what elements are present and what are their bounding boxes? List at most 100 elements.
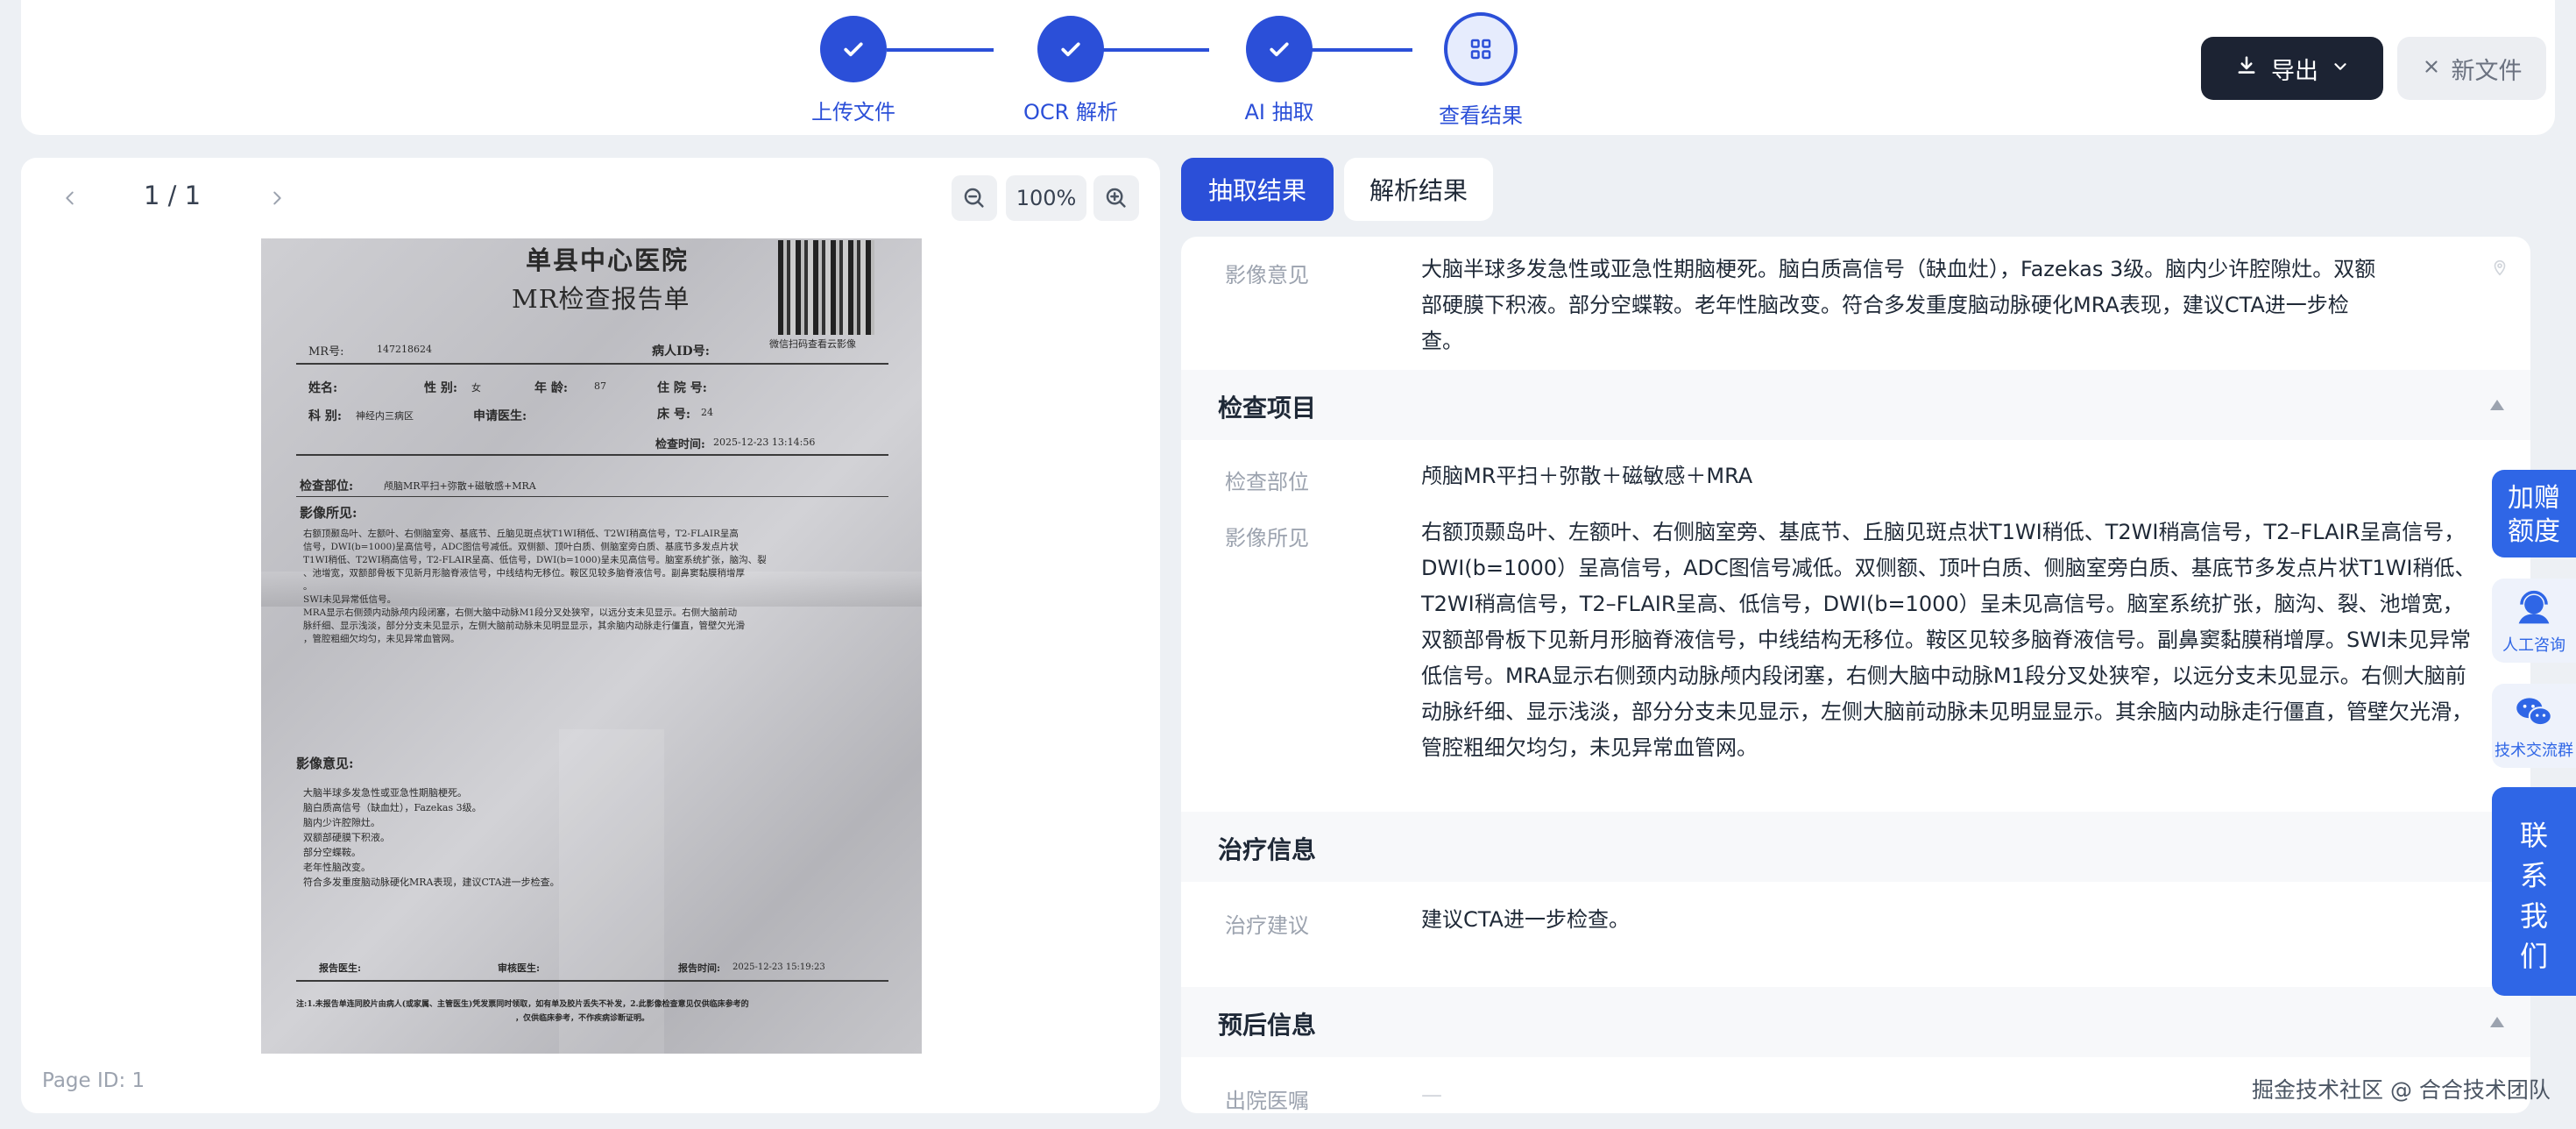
doc-findings-line: 。 bbox=[303, 581, 313, 592]
doc-opinion-line: 双额部硬膜下积液。 bbox=[303, 832, 390, 843]
doc-hospital: 单县中心医院 bbox=[526, 245, 690, 275]
doc-section-label: 影像意见: bbox=[296, 756, 354, 771]
viewer-toolbar: 1 / 1 100% bbox=[21, 158, 1160, 238]
zoom-out-icon bbox=[964, 188, 984, 208]
bonus-credit-button[interactable]: 加赠额度 bbox=[2492, 470, 2576, 557]
headset-icon bbox=[2518, 590, 2550, 624]
export-button[interactable]: 导出 bbox=[2201, 37, 2383, 100]
doc-field-value: 神经内三病区 bbox=[356, 410, 414, 422]
doc-field-label: 检查部位: bbox=[300, 479, 354, 493]
field-value: — bbox=[1421, 1083, 1442, 1107]
doc-field-label: 住 院 号: bbox=[657, 381, 707, 395]
step-label: 查看结果 bbox=[1439, 103, 1523, 128]
field-value: 大脑半球多发急性或亚急性期脑梗死。脑白质高信号（缺血灶），Fazekas 3级。… bbox=[1421, 257, 2376, 353]
section-header-prognosis[interactable]: 预后信息 bbox=[1181, 987, 2530, 1057]
new-file-label: 新文件 bbox=[2451, 57, 2523, 85]
field-row: 检查部位 颅脑MR平扫＋弥散＋磁敏感＋MRA bbox=[1181, 461, 2530, 505]
doc-opinion-line: 大脑半球多发急性或亚急性期脑梗死。 bbox=[303, 787, 467, 799]
section-title: 检查项目 bbox=[1218, 394, 1317, 422]
doc-footnote: 注:1.未报告单连同胶片由病人(或家属、主管医生)凭发票同时领取，如有单及胶片丢… bbox=[296, 1000, 749, 1009]
field-value: 颅脑MR平扫＋弥散＋磁敏感＋MRA bbox=[1421, 464, 1753, 488]
doc-footnote: ，仅供临床参考，不作疾病诊断证明。 bbox=[515, 1014, 650, 1023]
section-header-treatment[interactable]: 治疗信息 bbox=[1181, 812, 2530, 882]
zoom-level: 100% bbox=[1006, 175, 1086, 221]
step-ocr[interactable]: OCR 解析 bbox=[983, 16, 1158, 125]
collapse-arrow-icon bbox=[2490, 1017, 2504, 1027]
doc-field-value: 2025-12-23 13:14:56 bbox=[713, 437, 816, 448]
document-viewer: 1 / 1 100% 微信扫码查看云影像 单县中心医院 MR检查报告单 MR号:… bbox=[21, 158, 1160, 1113]
step-label: AI 抽取 bbox=[1244, 100, 1314, 124]
field-label: 影像所见 bbox=[1225, 526, 1309, 550]
prev-page-button[interactable] bbox=[54, 182, 86, 214]
doc-findings-text: 右额顶颞岛叶、左额叶、右侧脑室旁、基底节、丘脑见斑点状T1WI稍低、T2WI稍高… bbox=[303, 528, 881, 646]
location-pin-icon[interactable] bbox=[2490, 258, 2509, 280]
doc-opinion-text: 大脑半球多发急性或亚急性期脑梗死。脑白质高信号（缺血灶），Fazekas 3级。… bbox=[303, 785, 741, 890]
next-page-button[interactable] bbox=[261, 182, 293, 214]
doc-title: MR检查报告单 bbox=[512, 284, 690, 314]
doc-field-value: 147218624 bbox=[377, 344, 432, 355]
doc-field-value: 颅脑MR平扫+弥散+磁敏感+MRA bbox=[384, 480, 536, 492]
qr-code bbox=[778, 240, 874, 335]
tech-group-button[interactable]: 技术交流群 bbox=[2492, 684, 2576, 768]
grid-icon bbox=[1444, 12, 1518, 86]
step-upload[interactable]: 上传文件 bbox=[766, 16, 941, 125]
doc-field-value: 2025-12-23 15:19:23 bbox=[732, 962, 825, 972]
doc-field-label: 床 号: bbox=[657, 408, 691, 422]
chevron-right-icon bbox=[273, 191, 281, 205]
doc-opinion-line: 符合多发重度脑动脉硬化MRA表现，建议CTA进一步检查。 bbox=[303, 877, 560, 888]
section-title: 治疗信息 bbox=[1218, 835, 1317, 864]
extraction-results-panel[interactable]: 影像意见 大脑半球多发急性或亚急性期脑梗死。脑白质高信号（缺血灶），Fazeka… bbox=[1181, 237, 2530, 1113]
doc-field-label: 姓名: bbox=[308, 381, 338, 395]
field-row: 影像所见 右额顶颞岛叶、左额叶、右侧脑室旁、基底节、丘脑见斑点状T1WI稍低、T… bbox=[1181, 517, 2530, 780]
chevron-left-icon bbox=[66, 191, 74, 205]
widget-label: 技术交流群 bbox=[2495, 742, 2573, 760]
field-row: 治疗建议 建议CTA进一步检查。 bbox=[1181, 905, 2530, 948]
step-view-results[interactable]: 查看结果 bbox=[1393, 12, 1568, 129]
field-value: 建议CTA进一步检查。 bbox=[1421, 907, 1630, 932]
page-indicator: 1 / 1 bbox=[144, 181, 202, 210]
step-label: OCR 解析 bbox=[1023, 100, 1118, 124]
page-id-label: Page ID: 1 bbox=[42, 1069, 145, 1092]
contact-us-button[interactable]: 联系我们 bbox=[2492, 787, 2576, 996]
doc-findings-line: SWI未见异常低信号。 bbox=[303, 594, 397, 605]
doc-field-label: MR号: bbox=[308, 345, 344, 359]
tab-parse-results[interactable]: 解析结果 bbox=[1344, 158, 1493, 221]
export-label: 导出 bbox=[2271, 57, 2318, 85]
new-file-button[interactable]: 新文件 bbox=[2397, 37, 2546, 100]
doc-findings-line: ，管腔粗细欠均匀，未见异常血管网。 bbox=[303, 634, 460, 644]
doc-field-label: 检查时间: bbox=[655, 438, 705, 451]
doc-findings-line: 信号，DWI(b=1000)呈高信号，ADC图信号减低。双侧额、顶叶白质、侧脑室… bbox=[303, 542, 739, 552]
step-ai-extract[interactable]: AI 抽取 bbox=[1192, 16, 1367, 125]
section-header-exam[interactable]: 检查项目 bbox=[1181, 370, 2530, 440]
field-label: 检查部位 bbox=[1225, 470, 1309, 494]
doc-findings-line: 、池增宽，双额部骨板下见新月形脑脊液信号，中线结构无移位。鞍区见较多脑脊液信号。… bbox=[303, 568, 745, 579]
doc-opinion-line: 老年性脑改变。 bbox=[303, 862, 371, 873]
check-icon bbox=[1246, 16, 1313, 82]
field-row: 影像意见 大脑半球多发急性或亚急性期脑梗死。脑白质高信号（缺血灶），Fazeka… bbox=[1181, 254, 2530, 353]
doc-field-label: 申请医生: bbox=[473, 409, 527, 423]
collapse-arrow-icon bbox=[2490, 400, 2504, 410]
doc-field-value: 87 bbox=[594, 380, 606, 392]
doc-field-value: 女 bbox=[471, 382, 481, 394]
field-label: 影像意见 bbox=[1225, 263, 1309, 288]
step-label: 上传文件 bbox=[811, 100, 895, 124]
section-title: 预后信息 bbox=[1218, 1011, 1317, 1040]
doc-field-label: 病人ID号: bbox=[652, 344, 710, 359]
doc-field-label: 性 别: bbox=[424, 381, 458, 395]
chevron-down-icon bbox=[2331, 55, 2350, 82]
human-support-button[interactable]: 人工咨询 bbox=[2492, 579, 2576, 663]
doc-field-label: 报告时间: bbox=[678, 962, 721, 974]
doc-field-label: 报告医生: bbox=[319, 962, 362, 974]
field-label: 治疗建议 bbox=[1225, 913, 1309, 938]
doc-findings-line: T1WI稍低、T2WI稍高信号，T2-FLAIR呈高、低信号，DWI(b=100… bbox=[303, 555, 767, 565]
tab-extraction-results[interactable]: 抽取结果 bbox=[1181, 158, 1334, 221]
scanned-report-image: 微信扫码查看云影像 单县中心医院 MR检查报告单 MR号: 147218624 … bbox=[261, 238, 922, 1054]
doc-opinion-line: 脑内少许腔隙灶。 bbox=[303, 817, 380, 828]
document-canvas[interactable]: 微信扫码查看云影像 单县中心医院 MR检查报告单 MR号: 147218624 … bbox=[21, 238, 1160, 1054]
field-label: 出院医嘱 bbox=[1225, 1089, 1309, 1113]
zoom-in-button[interactable] bbox=[1093, 175, 1139, 221]
doc-opinion-line: 脑白质高信号（缺血灶），Fazekas 3级。 bbox=[303, 802, 482, 813]
doc-opinion-line: 部分空蝶鞍。 bbox=[303, 847, 361, 858]
field-value: 右额顶颞岛叶、左额叶、右侧脑室旁、基底节、丘脑见斑点状T1WI稍低、T2WI稍高… bbox=[1421, 520, 2476, 760]
zoom-out-button[interactable] bbox=[952, 175, 997, 221]
